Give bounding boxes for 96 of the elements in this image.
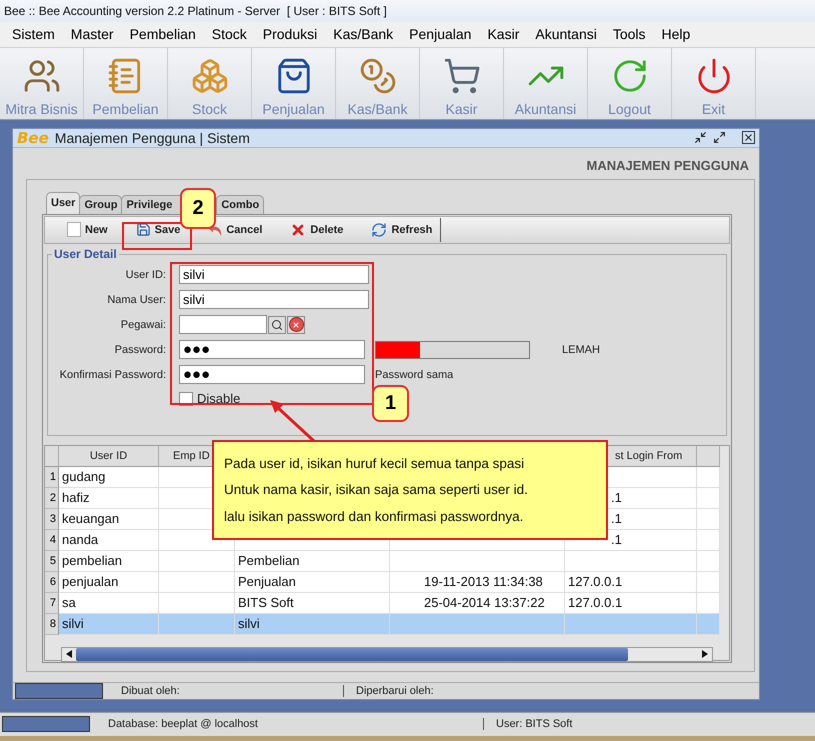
table-cell xyxy=(697,614,720,635)
scroll-left-icon[interactable] xyxy=(66,650,72,658)
field-label: User ID: xyxy=(124,268,166,281)
row-number: 7 xyxy=(45,592,59,614)
close-button[interactable] xyxy=(742,131,755,144)
status-text: Database: beeplat @ localhost xyxy=(108,718,259,730)
menu-item[interactable]: Help xyxy=(654,26,698,42)
scroll-right-icon[interactable] xyxy=(702,650,708,658)
checkbox-label: Disable xyxy=(197,391,240,406)
table-cell: BITS Soft xyxy=(235,592,390,614)
password-field[interactable]: ●●● xyxy=(179,340,365,360)
row-number: 2 xyxy=(45,488,59,509)
clear-icon xyxy=(288,317,304,332)
page-heading: MANAJEMEN PENGGUNA xyxy=(586,158,749,173)
field-label: Password: xyxy=(114,344,166,356)
table-cell: 19-11-2013 11:34:38 xyxy=(390,572,565,593)
table-cell: silvi xyxy=(235,614,390,635)
table-cell: pembelian xyxy=(59,550,159,572)
match-text: Password sama xyxy=(375,368,454,381)
input-field[interactable] xyxy=(179,315,267,334)
table-cell: sa xyxy=(59,592,159,614)
table-cell: penjualan xyxy=(59,572,159,593)
table-cell xyxy=(697,592,720,614)
menu-item[interactable]: Tools xyxy=(604,26,654,42)
table-cell xyxy=(697,488,720,509)
password-field[interactable]: ●●● xyxy=(179,365,365,384)
table-cell xyxy=(697,550,720,572)
toolbar-button[interactable]: New xyxy=(59,218,116,242)
menu-item[interactable]: Pembelian xyxy=(122,26,204,42)
coins-icon xyxy=(358,56,396,95)
field-label: Pegawai: xyxy=(120,318,166,331)
step-number-tooltip: 2 xyxy=(180,188,216,229)
restore-button[interactable] xyxy=(694,131,707,144)
expand-arrows-icon xyxy=(713,131,726,144)
table-cell: silvi xyxy=(59,614,159,635)
column-header: User ID xyxy=(59,446,159,467)
search-icon xyxy=(271,318,283,331)
tab[interactable]: User xyxy=(46,192,80,214)
row-number: 5 xyxy=(45,550,59,572)
step-number-tooltip: 1 xyxy=(372,385,409,422)
tab[interactable]: Group xyxy=(79,194,122,214)
menu-item[interactable]: Produksi xyxy=(254,26,326,42)
table-cell: gudang xyxy=(59,466,159,488)
table-cell xyxy=(697,530,720,551)
window-title: Bee :: Bee Accounting version 2.2 Platinum - Server [ User : BITS Soft ] xyxy=(4,4,387,18)
menu-item[interactable]: Kasir xyxy=(479,26,528,42)
table-cell: Penjualan xyxy=(235,572,390,593)
logo: Bee xyxy=(17,128,49,147)
search-button[interactable] xyxy=(268,316,286,334)
row-number: 8 xyxy=(45,614,59,635)
refresh-icon xyxy=(371,222,388,238)
close-icon xyxy=(743,132,754,144)
boxes-icon xyxy=(190,56,228,95)
table-cell: hafiz xyxy=(59,488,159,509)
table-cell: Pembelian xyxy=(235,550,390,572)
shrink-arrows-icon xyxy=(694,131,707,144)
menu-item[interactable]: Master xyxy=(62,26,122,42)
table-cell xyxy=(697,508,720,530)
status-text: Dibuat oleh: xyxy=(121,684,181,697)
toolbar-button[interactable]: Delete xyxy=(282,218,352,242)
row-number: 1 xyxy=(45,466,59,488)
table-cell: 127.0.0.1 xyxy=(565,592,697,614)
row-number: 6 xyxy=(45,572,59,593)
status-text: Diperbarui oleh: xyxy=(343,684,556,697)
table-cell: 127.0.0.1 xyxy=(565,572,697,593)
table-cell xyxy=(697,466,720,488)
table-cell: 25-04-2014 13:37:22 xyxy=(390,592,565,614)
scrollbar-thumb[interactable] xyxy=(76,648,628,661)
table-cell: keuangan xyxy=(59,508,159,530)
table-cell xyxy=(697,572,720,593)
input-field[interactable]: silvi xyxy=(179,290,369,310)
blank-page-icon xyxy=(67,222,81,238)
table-cell: nanda xyxy=(59,530,159,551)
status-text: User: BITS Soft xyxy=(483,718,696,730)
field-label: Nama User: xyxy=(106,294,166,306)
menu-item[interactable]: Penjualan xyxy=(401,26,480,42)
row-number: 3 xyxy=(45,508,59,530)
field-label: Konfirmasi Password: xyxy=(58,368,166,381)
note-line: lalu isikan password dan konfirmasi passwordnya. xyxy=(224,509,524,524)
cart-icon xyxy=(442,56,480,95)
note-line: Untuk nama kasir, isikan saja sama seperti user id. xyxy=(224,482,529,498)
maximize-button[interactable] xyxy=(713,131,726,144)
menu-item[interactable]: Stock xyxy=(204,26,255,42)
delete-icon xyxy=(290,222,306,238)
tab[interactable]: Combo xyxy=(216,194,264,214)
menu-item[interactable]: Akuntansi xyxy=(527,26,605,42)
menu-item[interactable]: Sistem xyxy=(4,26,63,42)
window-title: Manajemen Pengguna | Sistem xyxy=(54,130,251,146)
strength-reading: LEMAH xyxy=(562,344,600,356)
group-title: User Detail xyxy=(52,246,119,261)
clear-button[interactable] xyxy=(287,316,305,334)
menu-item[interactable]: Kas/Bank xyxy=(325,26,402,42)
row-number: 4 xyxy=(45,530,59,551)
horizontal-scrollbar[interactable] xyxy=(61,646,713,662)
input-field[interactable]: silvi xyxy=(179,265,369,284)
toolbar-button[interactable]: Refresh xyxy=(363,218,442,242)
